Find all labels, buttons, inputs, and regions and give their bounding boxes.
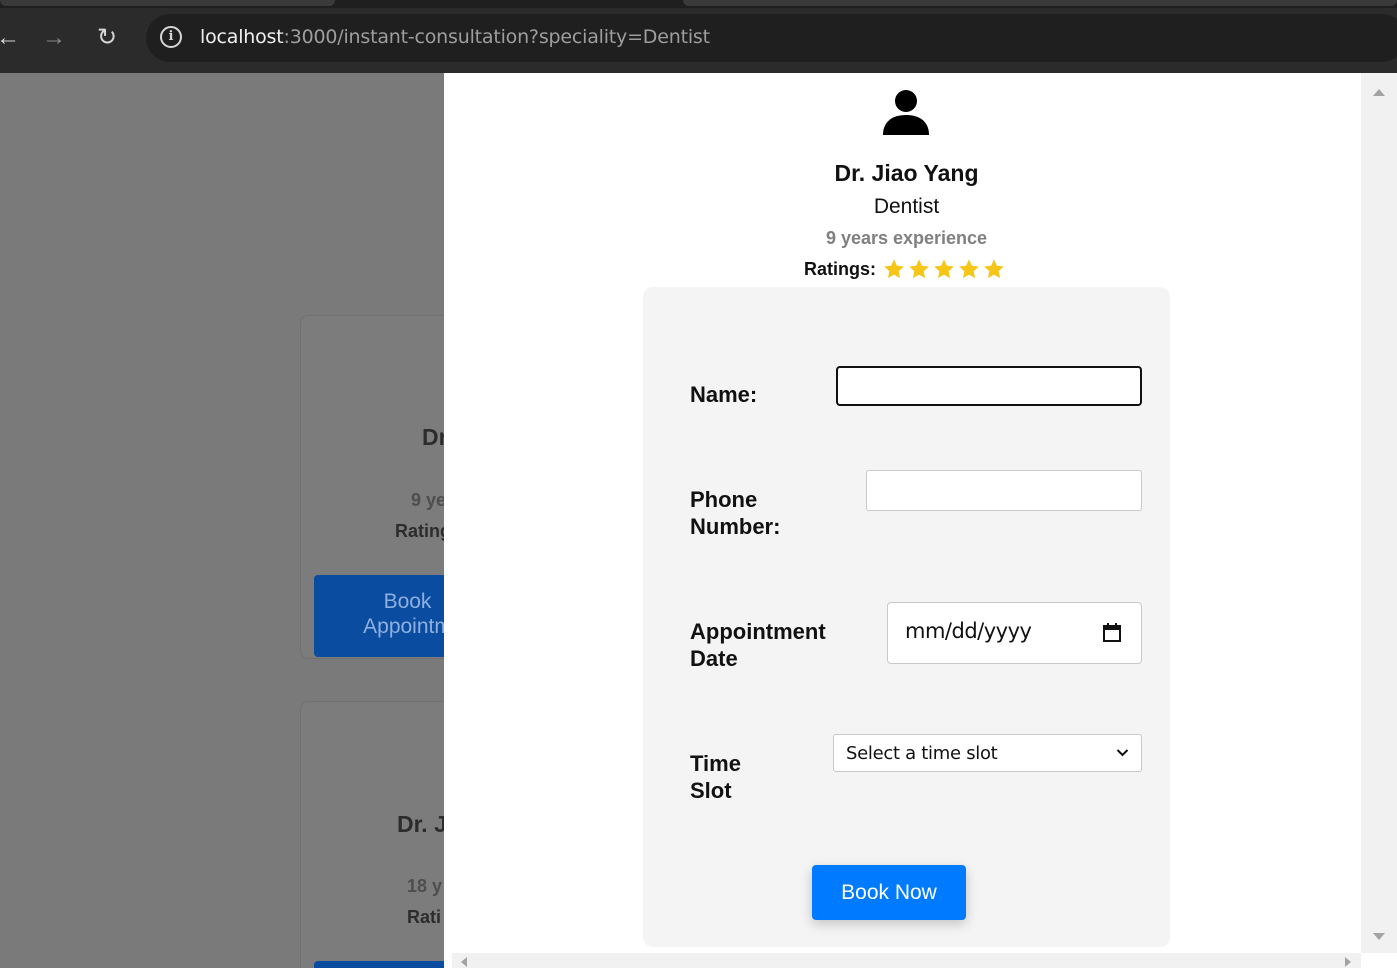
appointment-date-label: Appointment Date (690, 618, 826, 672)
star-icon (884, 259, 904, 279)
time-label-line: Slot (690, 778, 732, 803)
doctor-experience: 18 y (407, 876, 443, 896)
scroll-up-icon[interactable] (1373, 89, 1385, 96)
doctor-experience: 9 ye (411, 490, 447, 510)
browser-tab[interactable] (683, 0, 1397, 6)
date-label-line: Appointment (690, 619, 826, 644)
address-bar[interactable]: i localhost:3000/instant-consultation?sp… (146, 14, 1397, 62)
phone-label-line: Phone (690, 487, 758, 512)
name-input[interactable] (836, 366, 1142, 406)
scroll-down-icon[interactable] (1373, 933, 1385, 940)
doctor-experience: 9 years experience (825, 228, 988, 248)
star-icon (909, 259, 929, 279)
url-path: :3000/instant-consultation?speciality=De… (283, 26, 711, 48)
doctor-name: Dr. Jiao Yang (834, 160, 979, 186)
vertical-scrollbar[interactable] (1361, 73, 1397, 953)
horizontal-scrollbar[interactable] (452, 953, 1361, 968)
calendar-icon[interactable] (1103, 623, 1121, 642)
arrow-left-icon[interactable]: ← (0, 22, 24, 54)
scroll-left-icon[interactable] (461, 957, 467, 967)
phone-label-line: Number: (690, 514, 781, 539)
user-icon (883, 90, 929, 135)
time-slot-selected: Select a time slot (846, 743, 998, 764)
reload-icon[interactable]: ↻ (91, 22, 123, 54)
star-icon (934, 259, 954, 279)
doctor-ratings: Ratings: (804, 257, 1008, 281)
tab-strip (0, 0, 1397, 8)
doctor-name: Dr. J (397, 811, 447, 837)
date-placeholder: mm/dd/yyyy (905, 619, 1032, 643)
appointment-date-input[interactable]: mm/dd/yyyy (887, 602, 1142, 664)
browser-tab[interactable] (0, 0, 335, 6)
star-icon (959, 259, 979, 279)
arrow-right-icon[interactable]: → (38, 22, 70, 54)
scroll-right-icon[interactable] (1345, 957, 1351, 967)
chevron-down-icon (1116, 749, 1129, 757)
time-slot-label: Time Slot (690, 750, 741, 804)
phone-label: Phone Number: (690, 486, 780, 540)
name-label: Name: (690, 382, 758, 407)
browser-toolbar: ← → ↻ i localhost:3000/instant-consultat… (0, 0, 1397, 73)
time-label-line: Time (690, 751, 741, 776)
time-slot-select[interactable]: Select a time slot (833, 734, 1142, 772)
doctor-ratings: Rati (407, 907, 442, 927)
appointment-modal: Dr. Jiao Yang Dentist 9 years experience… (444, 73, 1397, 968)
url-host: localhost (200, 26, 284, 48)
date-label-line: Date (690, 646, 738, 671)
appointment-form: Name: Phone Number: Appointment Date mm/… (643, 287, 1170, 947)
star-icon (984, 259, 1004, 279)
info-icon[interactable]: i (160, 26, 182, 48)
phone-input[interactable] (866, 470, 1142, 511)
doctor-ratings: Rating (395, 521, 451, 541)
ratings-label: Ratings: (804, 258, 876, 279)
doctor-speciality: Dentist (873, 195, 940, 218)
url-text[interactable]: localhost:3000/instant-consultation?spec… (200, 26, 710, 48)
book-now-button[interactable]: Book Now (812, 865, 966, 920)
